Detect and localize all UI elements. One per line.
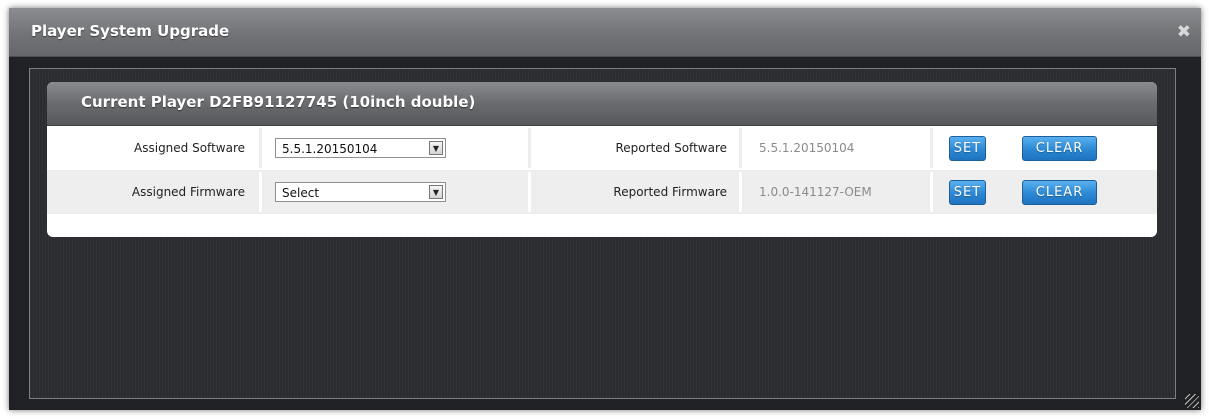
panel-header: Current Player D2FB91127745 (10inch doub… [47,82,1157,126]
panel-title: Current Player D2FB91127745 (10inch doub… [81,93,476,111]
cell-divider [528,128,531,168]
cell-divider [528,172,531,212]
dialog-titlebar[interactable]: Player System Upgrade ✖ [9,8,1201,57]
assigned-software-label: Assigned Software [134,141,245,155]
assigned-firmware-select[interactable]: Select ▼ [275,182,446,202]
cell-divider [259,172,262,212]
dialog-content: Current Player D2FB91127745 (10inch doub… [29,68,1176,399]
assigned-software-select[interactable]: 5.5.1.20150104 ▼ [275,138,446,158]
set-software-button[interactable]: SET [949,136,986,161]
assigned-software-value: 5.5.1.20150104 [282,142,378,156]
chevron-down-icon[interactable]: ▼ [429,141,443,155]
set-firmware-button[interactable]: SET [949,180,986,205]
player-panel: Current Player D2FB91127745 (10inch doub… [47,82,1157,237]
cell-divider [930,172,933,212]
cell-divider [739,128,742,168]
clear-software-button[interactable]: CLEAR [1022,136,1097,161]
reported-firmware-label: Reported Firmware [613,185,727,199]
cell-divider [930,128,933,168]
dialog-title: Player System Upgrade [31,22,230,40]
software-row: Assigned Software 5.5.1.20150104 ▼ Repor… [47,126,1157,170]
reported-software-label: Reported Software [615,141,728,155]
chevron-down-icon[interactable]: ▼ [429,185,443,199]
cell-divider [259,128,262,168]
assigned-firmware-label: Assigned Firmware [131,185,245,199]
clear-firmware-button[interactable]: CLEAR [1022,180,1097,205]
reported-firmware-value: 1.0.0-141127-OEM [759,185,872,199]
close-icon[interactable]: ✖ [1177,22,1191,42]
cell-divider [739,172,742,212]
firmware-row: Assigned Firmware Select ▼ Reported Firm… [47,170,1157,214]
resize-grip[interactable] [1185,394,1199,408]
assigned-firmware-value: Select [282,186,320,200]
upgrade-dialog: Player System Upgrade ✖ Current Player D… [9,8,1201,410]
reported-software-value: 5.5.1.20150104 [759,141,855,155]
